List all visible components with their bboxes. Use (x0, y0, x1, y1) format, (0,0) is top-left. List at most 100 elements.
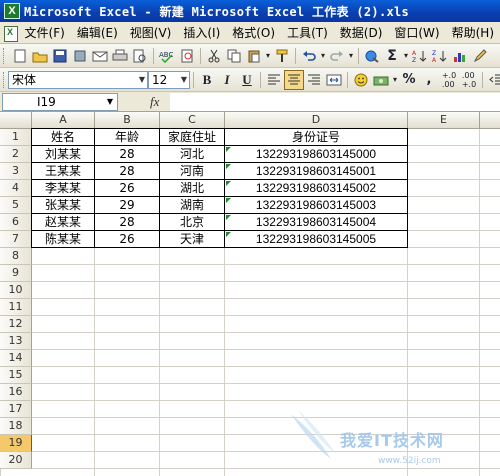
column-header-a[interactable]: A (32, 112, 95, 129)
table-cell[interactable]: 王某某 (32, 163, 94, 179)
paste-dropdown-icon[interactable]: ▾ (264, 51, 272, 60)
column-header-e[interactable]: E (408, 112, 480, 129)
row-header-5[interactable]: 5 (0, 197, 32, 214)
chevron-down-icon[interactable]: ▼ (139, 75, 145, 84)
table-cell[interactable]: 李某某 (32, 180, 94, 196)
table-cell[interactable]: 湖北 (160, 180, 224, 196)
worksheet-grid[interactable]: A B C D E 1 2 3 4 5 6 7 8 9 10 11 12 13 14 15 16 17 18 19 20 姓名 年龄… (0, 112, 500, 476)
autosum-icon[interactable]: Σ (382, 46, 402, 66)
redo-icon[interactable] (327, 46, 347, 66)
new-icon[interactable] (10, 46, 30, 66)
row-header-18[interactable]: 18 (0, 418, 32, 435)
spelling-icon[interactable]: ABC (157, 46, 177, 66)
permission-icon[interactable] (70, 46, 90, 66)
menu-tools[interactable]: 工具(T) (281, 23, 334, 43)
menu-insert[interactable]: 插入(I) (177, 23, 226, 43)
decrease-decimal-icon[interactable]: .00 +.0 (459, 70, 479, 90)
table-cell[interactable]: 132293198603145002 (225, 180, 407, 196)
print-icon[interactable] (110, 46, 130, 66)
number-as-text-indicator-icon[interactable] (226, 198, 231, 203)
currency-dropdown-icon[interactable]: ▾ (391, 75, 399, 84)
menu-format[interactable]: 格式(O) (226, 23, 281, 43)
row-header-8[interactable]: 8 (0, 248, 32, 265)
autosum-dropdown-icon[interactable]: ▾ (402, 51, 410, 60)
table-cell[interactable]: 陈某某 (32, 231, 94, 247)
column-header-d[interactable]: D (225, 112, 408, 129)
column-header-c[interactable]: C (160, 112, 225, 129)
currency-style-icon[interactable] (371, 70, 391, 90)
workbook-icon[interactable] (2, 25, 18, 42)
align-left-icon[interactable] (264, 70, 284, 90)
row-header-17[interactable]: 17 (0, 401, 32, 418)
table-header-cell[interactable]: 家庭住址 (160, 129, 224, 145)
align-center-icon[interactable] (284, 69, 304, 90)
row-header-2[interactable]: 2 (0, 146, 32, 163)
table-cell[interactable]: 132293198603145003 (225, 197, 407, 213)
table-cell[interactable]: 张某某 (32, 197, 94, 213)
table-cell[interactable]: 湖南 (160, 197, 224, 213)
drawing-icon[interactable] (470, 46, 490, 66)
underline-button[interactable]: U (237, 70, 257, 90)
insert-function-icon[interactable]: fx (150, 94, 159, 110)
row-header-3[interactable]: 3 (0, 163, 32, 180)
row-header-20[interactable]: 20 (0, 452, 32, 469)
row-header-7[interactable]: 7 (0, 231, 32, 248)
row-header-13[interactable]: 13 (0, 333, 32, 350)
open-icon[interactable] (30, 46, 50, 66)
row-header-14[interactable]: 14 (0, 350, 32, 367)
row-header-19[interactable]: 19 (0, 435, 32, 452)
bold-button[interactable]: B (197, 70, 217, 90)
sort-descending-icon[interactable]: ZA (430, 46, 450, 66)
chevron-down-icon[interactable]: ▼ (107, 97, 113, 106)
table-cell[interactable]: 河北 (160, 146, 224, 162)
table-header-cell[interactable]: 年龄 (95, 129, 159, 145)
chart-wizard-icon[interactable] (450, 46, 470, 66)
row-header-11[interactable]: 11 (0, 299, 32, 316)
row-header-12[interactable]: 12 (0, 316, 32, 333)
menu-data[interactable]: 数据(D) (334, 23, 389, 43)
table-cell[interactable]: 26 (95, 180, 159, 196)
formula-input[interactable] (170, 93, 500, 111)
cut-icon[interactable] (204, 46, 224, 66)
column-header-b[interactable]: B (95, 112, 160, 129)
row-header-4[interactable]: 4 (0, 180, 32, 197)
column-header-next[interactable] (480, 112, 500, 129)
table-cell[interactable]: 132293198603145000 (225, 146, 407, 162)
print-preview-icon[interactable] (130, 46, 150, 66)
table-cell[interactable]: 132293198603145004 (225, 214, 407, 230)
table-cell[interactable]: 28 (95, 163, 159, 179)
menu-edit[interactable]: 编辑(E) (71, 23, 124, 43)
row-header-6[interactable]: 6 (0, 214, 32, 231)
smiley-icon[interactable] (351, 70, 371, 90)
table-cell[interactable]: 河南 (160, 163, 224, 179)
sort-ascending-icon[interactable]: AZ (410, 46, 430, 66)
row-header-10[interactable]: 10 (0, 282, 32, 299)
comma-style-icon[interactable]: , (419, 70, 439, 90)
font-name-combo[interactable]: 宋体 ▼ (8, 70, 148, 89)
table-header-cell[interactable]: 姓名 (32, 129, 94, 145)
table-cell[interactable]: 刘某某 (32, 146, 94, 162)
copy-icon[interactable] (224, 46, 244, 66)
number-as-text-indicator-icon[interactable] (226, 164, 231, 169)
undo-icon[interactable] (299, 46, 319, 66)
research-icon[interactable] (177, 46, 197, 66)
email-icon[interactable] (90, 46, 110, 66)
chevron-down-icon[interactable]: ▼ (181, 75, 187, 84)
number-as-text-indicator-icon[interactable] (226, 147, 231, 152)
font-size-combo[interactable]: 12 ▼ (148, 70, 190, 89)
excel-app-icon[interactable]: X (4, 3, 20, 19)
row-header-16[interactable]: 16 (0, 384, 32, 401)
name-box[interactable]: I19 ▼ (2, 92, 118, 111)
menu-view[interactable]: 视图(V) (124, 23, 178, 43)
toolbar-grip[interactable] (3, 71, 4, 88)
menu-window[interactable]: 窗口(W) (388, 23, 445, 43)
italic-button[interactable]: I (217, 70, 237, 90)
decrease-indent-icon[interactable] (486, 70, 500, 90)
format-painter-icon[interactable] (272, 46, 292, 66)
table-header-cell[interactable]: 身份证号 (225, 129, 407, 145)
paste-icon[interactable] (244, 46, 264, 66)
menu-help[interactable]: 帮助(H) (446, 23, 500, 43)
table-cell[interactable]: 28 (95, 214, 159, 230)
increase-decimal-icon[interactable]: +.0.00 (439, 70, 459, 90)
undo-dropdown-icon[interactable]: ▾ (319, 51, 327, 60)
